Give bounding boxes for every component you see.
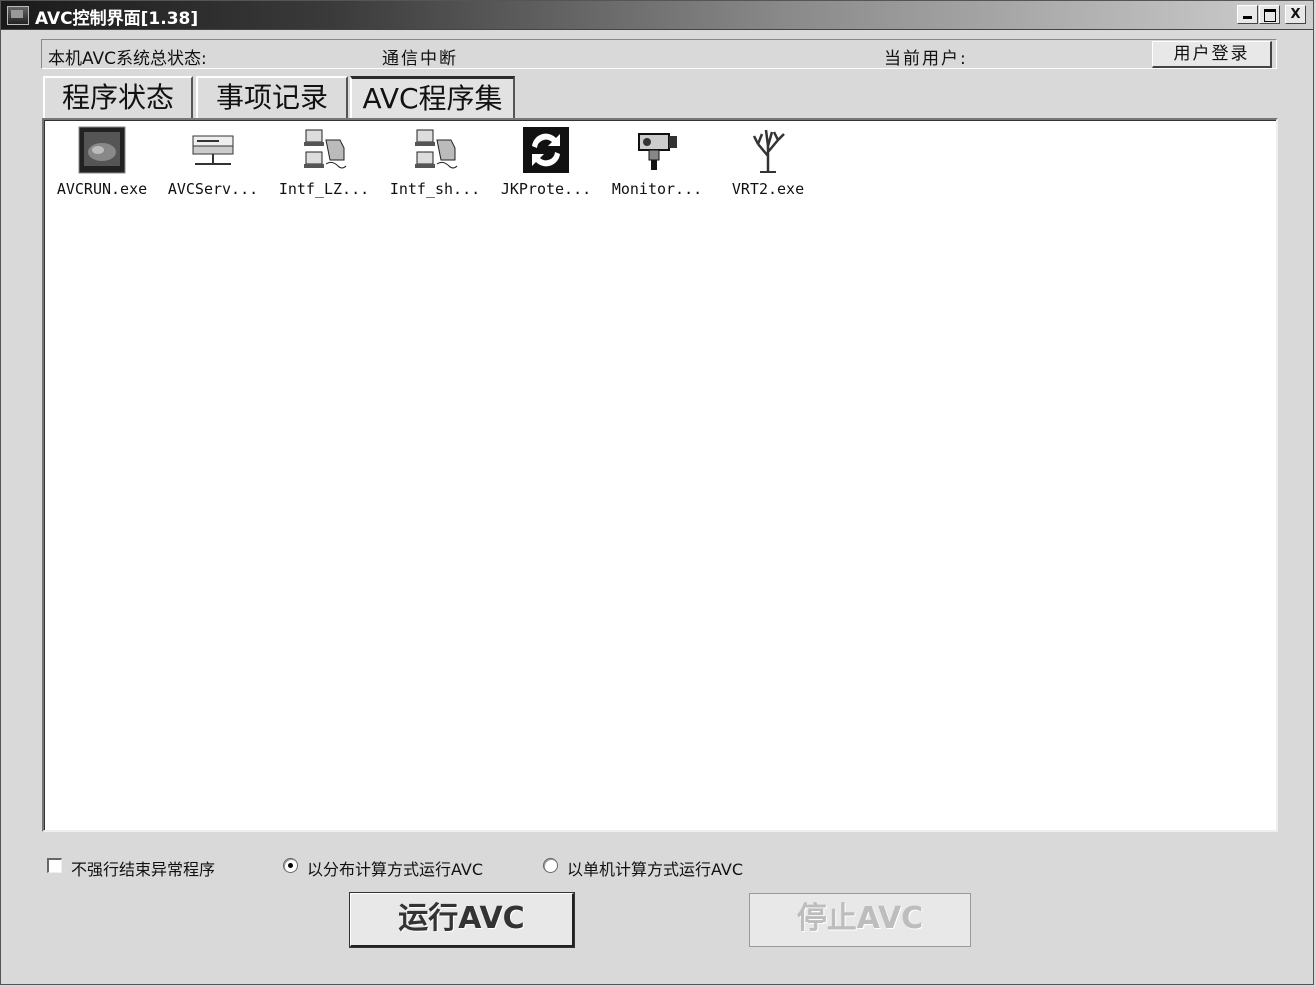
tab-program-status[interactable]: 程序状态 <box>43 76 193 119</box>
program-label: JKProte... <box>500 180 592 198</box>
title-bar[interactable]: AVC控制界面[1.38] X <box>1 1 1313 30</box>
close-button[interactable]: X <box>1285 5 1306 24</box>
run-avc-button[interactable]: 运行AVC <box>349 892 575 948</box>
program-item-avcrun[interactable]: AVCRUN.exe <box>46 124 158 202</box>
network-computers-icon <box>304 129 347 169</box>
stop-avc-button[interactable]: 停止AVC <box>749 893 971 947</box>
program-item-intf-lz[interactable]: Intf_LZ... <box>268 124 380 202</box>
program-item-intf-sh[interactable]: Intf_sh... <box>379 124 491 202</box>
login-button[interactable]: 用户登录 <box>1152 41 1272 68</box>
run-options: 不强行结束异常程序 以分布计算方式运行AVC 以单机计算方式运行AVC <box>47 855 847 879</box>
minimize-button[interactable] <box>1237 5 1258 24</box>
program-label: AVCServ... <box>167 180 259 198</box>
tab-avc-programs[interactable]: AVC程序集 <box>350 76 515 121</box>
distributed-mode-radio[interactable] <box>283 858 298 873</box>
program-label: Intf_sh... <box>389 180 481 198</box>
program-item-vrt2[interactable]: VRT2.exe <box>712 124 824 202</box>
camera-icon <box>638 133 677 170</box>
program-item-avcserv[interactable]: AVCServ... <box>157 124 269 202</box>
no-force-kill-label[interactable]: 不强行结束异常程序 <box>71 856 215 880</box>
avc-control-window: AVC控制界面[1.38] X 本机AVC系统总状态: 通信中断 当前用户: 用… <box>0 0 1314 985</box>
program-label: VRT2.exe <box>731 180 805 198</box>
program-label: Monitor... <box>611 180 703 198</box>
refresh-arrows-icon <box>523 127 569 173</box>
single-mode-radio[interactable] <box>543 858 558 873</box>
status-bar: 本机AVC系统总状态: 通信中断 当前用户: 用户登录 <box>41 39 1277 69</box>
current-user-label: 当前用户: <box>884 49 968 69</box>
tree-icon <box>752 129 785 173</box>
maximize-button[interactable] <box>1259 5 1280 24</box>
program-item-jkprote[interactable]: JKProte... <box>490 124 602 202</box>
window-title: AVC控制界面[1.38] <box>35 9 199 29</box>
system-status-label: 本机AVC系统总状态: <box>48 49 207 69</box>
tab-event-log[interactable]: 事项记录 <box>196 76 348 119</box>
server-icon <box>192 135 234 165</box>
distributed-mode-label[interactable]: 以分布计算方式运行AVC <box>307 856 483 880</box>
single-mode-label[interactable]: 以单机计算方式运行AVC <box>567 856 743 880</box>
program-list-panel[interactable]: AVCRUN.exe AVCServ... Intf_LZ... Intf_sh… <box>42 118 1278 832</box>
monitor-screen-icon <box>78 126 126 174</box>
program-label: Intf_LZ... <box>278 180 370 198</box>
program-item-monitor[interactable]: Monitor... <box>601 124 713 202</box>
app-icon <box>7 6 29 25</box>
no-force-kill-checkbox[interactable] <box>47 858 62 873</box>
system-status-value: 通信中断 <box>382 49 458 69</box>
network-computers-icon <box>415 129 458 169</box>
program-label: AVCRUN.exe <box>56 180 148 198</box>
